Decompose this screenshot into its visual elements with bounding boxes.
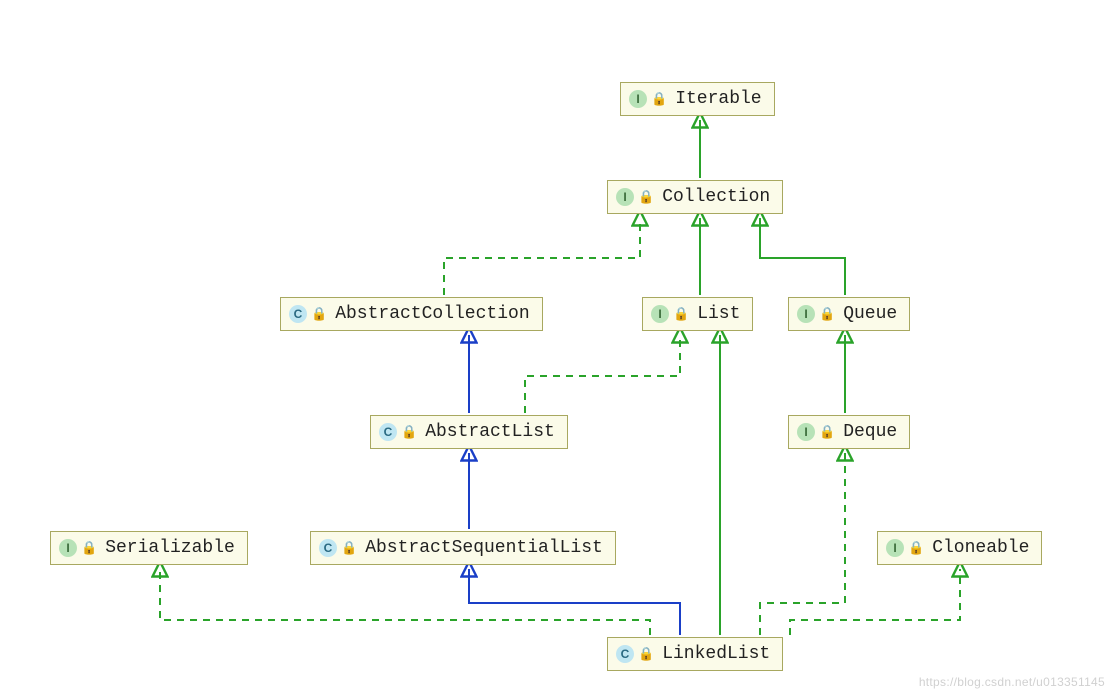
node-list: I 🔒 List xyxy=(642,297,753,331)
lock-icon: 🔒 xyxy=(651,92,667,107)
node-collection: I 🔒 Collection xyxy=(607,180,783,214)
interface-badge-icon: I xyxy=(616,188,634,206)
node-label: LinkedList xyxy=(662,644,770,664)
node-deque: I 🔒 Deque xyxy=(788,415,910,449)
node-label: List xyxy=(697,304,740,324)
node-label: AbstractList xyxy=(425,422,555,442)
node-label: Cloneable xyxy=(932,538,1029,558)
interface-badge-icon: I xyxy=(797,305,815,323)
diagram-connectors xyxy=(0,0,1113,695)
node-abstractlist: C 🔒 AbstractList xyxy=(370,415,568,449)
node-serializable: I 🔒 Serializable xyxy=(50,531,248,565)
node-label: Queue xyxy=(843,304,897,324)
interface-badge-icon: I xyxy=(59,539,77,557)
class-badge-icon: C xyxy=(289,305,307,323)
watermark-text: https://blog.csdn.net/u013351145 xyxy=(919,675,1105,689)
lock-icon: 🔒 xyxy=(311,307,327,322)
interface-badge-icon: I xyxy=(651,305,669,323)
lock-icon: 🔒 xyxy=(908,541,924,556)
class-badge-icon: C xyxy=(319,539,337,557)
node-queue: I 🔒 Queue xyxy=(788,297,910,331)
node-label: Iterable xyxy=(675,89,761,109)
node-iterable: I 🔒 Iterable xyxy=(620,82,775,116)
interface-badge-icon: I xyxy=(629,90,647,108)
node-label: AbstractSequentialList xyxy=(365,538,603,558)
class-badge-icon: C xyxy=(379,423,397,441)
node-cloneable: I 🔒 Cloneable xyxy=(877,531,1042,565)
lock-icon: 🔒 xyxy=(638,190,654,205)
node-linkedlist: C 🔒 LinkedList xyxy=(607,637,783,671)
node-label: Collection xyxy=(662,187,770,207)
lock-icon: 🔒 xyxy=(341,541,357,556)
node-label: Serializable xyxy=(105,538,235,558)
interface-badge-icon: I xyxy=(797,423,815,441)
interface-badge-icon: I xyxy=(886,539,904,557)
lock-icon: 🔒 xyxy=(819,425,835,440)
lock-icon: 🔒 xyxy=(819,307,835,322)
class-badge-icon: C xyxy=(616,645,634,663)
node-abstractcollection: C 🔒 AbstractCollection xyxy=(280,297,543,331)
node-label: AbstractCollection xyxy=(335,304,529,324)
lock-icon: 🔒 xyxy=(673,307,689,322)
node-abstractsequentiallist: C 🔒 AbstractSequentialList xyxy=(310,531,616,565)
lock-icon: 🔒 xyxy=(81,541,97,556)
node-label: Deque xyxy=(843,422,897,442)
lock-icon: 🔒 xyxy=(401,425,417,440)
lock-icon: 🔒 xyxy=(638,647,654,662)
